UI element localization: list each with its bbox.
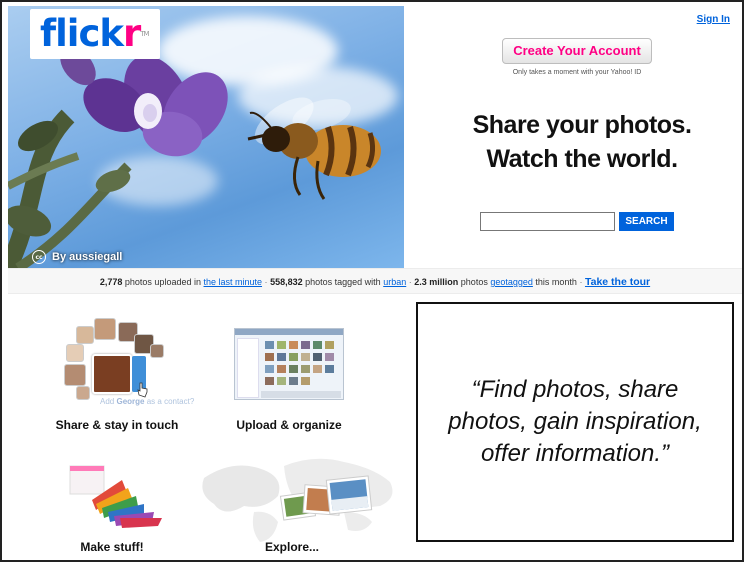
- stat-uploaded-count: 2,778: [99, 277, 123, 287]
- separator-dot: ·: [408, 277, 412, 287]
- take-tour-link[interactable]: Take the tour: [585, 276, 650, 288]
- create-account-note: Only takes a moment with your Yahoo! ID: [512, 69, 642, 76]
- geotagged-link[interactable]: geotagged: [490, 277, 533, 287]
- organizer-thumb: [277, 341, 286, 349]
- organizer-thumb: [325, 341, 334, 349]
- organizer-thumb: [313, 365, 322, 373]
- stat-geotagged-count: 2.3 million: [414, 277, 459, 287]
- organizer-thumb: [313, 353, 322, 361]
- explore-label[interactable]: Explore...: [242, 540, 342, 554]
- organizer-thumb: [265, 365, 274, 373]
- add-contact-prompt-add: Add: [100, 397, 115, 406]
- organizer-thumb: [313, 341, 322, 349]
- organizer-thumb: [277, 377, 286, 385]
- contact-avatar: [66, 344, 84, 362]
- page-frame: flickrTM cc By aussiegall Sign In Create…: [0, 0, 744, 562]
- contact-avatar: [76, 386, 90, 400]
- flickr-logo[interactable]: flickrTM: [30, 9, 160, 59]
- photo-credit[interactable]: cc By aussiegall: [32, 250, 122, 264]
- organizer-thumb: [265, 377, 274, 385]
- search-input[interactable]: [480, 212, 615, 231]
- organizer-thumb: [289, 377, 298, 385]
- quote-text: “Find photos, share photos, gain inspira…: [448, 376, 702, 467]
- add-contact-prompt-name: George: [116, 397, 145, 406]
- contact-avatar: [64, 364, 86, 386]
- separator-dot: ·: [579, 277, 583, 287]
- headline: Share your photos. Watch the world.: [422, 108, 742, 176]
- stat-uploaded-text: photos uploaded in: [124, 277, 201, 287]
- world-map-graphic[interactable]: [194, 448, 408, 544]
- organizer-thumb: [301, 353, 310, 361]
- organizer-batch-strip: [261, 391, 341, 398]
- organizer-thumb: [301, 365, 310, 373]
- separator-dot: ·: [264, 277, 268, 287]
- organizer-thumb: [301, 341, 310, 349]
- add-contact-prompt-rest: as a contact?: [146, 397, 195, 406]
- sign-in-link[interactable]: Sign In: [697, 14, 730, 25]
- last-minute-link[interactable]: the last minute: [204, 277, 263, 287]
- headline-line-1: Share your photos.: [472, 111, 692, 139]
- make-stuff-label[interactable]: Make stuff!: [52, 540, 172, 554]
- logo-trademark: TM: [140, 30, 149, 38]
- organizer-thumb: [265, 353, 274, 361]
- share-feature-label[interactable]: Share & stay in touch: [42, 418, 192, 432]
- photo-credit-text: By aussiegall: [52, 251, 123, 263]
- headline-line-2: Watch the world.: [486, 145, 678, 173]
- create-account-button[interactable]: Create Your Account: [502, 38, 652, 64]
- stat-geotagged-text: photos: [460, 277, 488, 287]
- organizer-thumb: [277, 365, 286, 373]
- search-button[interactable]: SEARCH: [619, 212, 674, 231]
- organizer-titlebar: [235, 329, 343, 335]
- stats-bar: 2,778 photos uploaded in the last minute…: [8, 268, 742, 294]
- creative-commons-icon: cc: [32, 250, 46, 264]
- organizer-screenshot[interactable]: [234, 328, 344, 400]
- organizer-thumb: [289, 341, 298, 349]
- add-contact-prompt: Add George as a contact?: [100, 397, 194, 406]
- organizer-thumb: [325, 353, 334, 361]
- stat-month-text: this month: [535, 277, 577, 287]
- logo-text-r: r: [123, 12, 141, 55]
- stat-tagged-count: 558,832: [270, 277, 303, 287]
- organizer-thumb: [277, 353, 286, 361]
- hero-photo: flickrTM cc By aussiegall: [8, 6, 404, 268]
- organizer-thumb: [301, 377, 310, 385]
- organizer-sidebar: [237, 338, 259, 398]
- cursor-hand-icon: [137, 382, 148, 398]
- upload-feature-label[interactable]: Upload & organize: [224, 418, 354, 432]
- contact-avatar: [150, 344, 164, 358]
- stat-tagged-text: photos tagged with: [305, 277, 381, 287]
- contact-avatar: [94, 318, 116, 340]
- contact-photo-george: [92, 354, 132, 394]
- organizer-thumb: [289, 353, 298, 361]
- quote-box: “Find photos, share photos, gain inspira…: [416, 302, 734, 542]
- organizer-thumb: [325, 365, 334, 373]
- logo-text-flick: flick: [40, 12, 124, 55]
- photo-products-graphic[interactable]: [62, 460, 172, 530]
- product-box-lid: [70, 466, 104, 471]
- organizer-thumb: [265, 341, 274, 349]
- organizer-thumb: [289, 365, 298, 373]
- urban-tag-link[interactable]: urban: [383, 277, 406, 287]
- contact-avatar: [76, 326, 94, 344]
